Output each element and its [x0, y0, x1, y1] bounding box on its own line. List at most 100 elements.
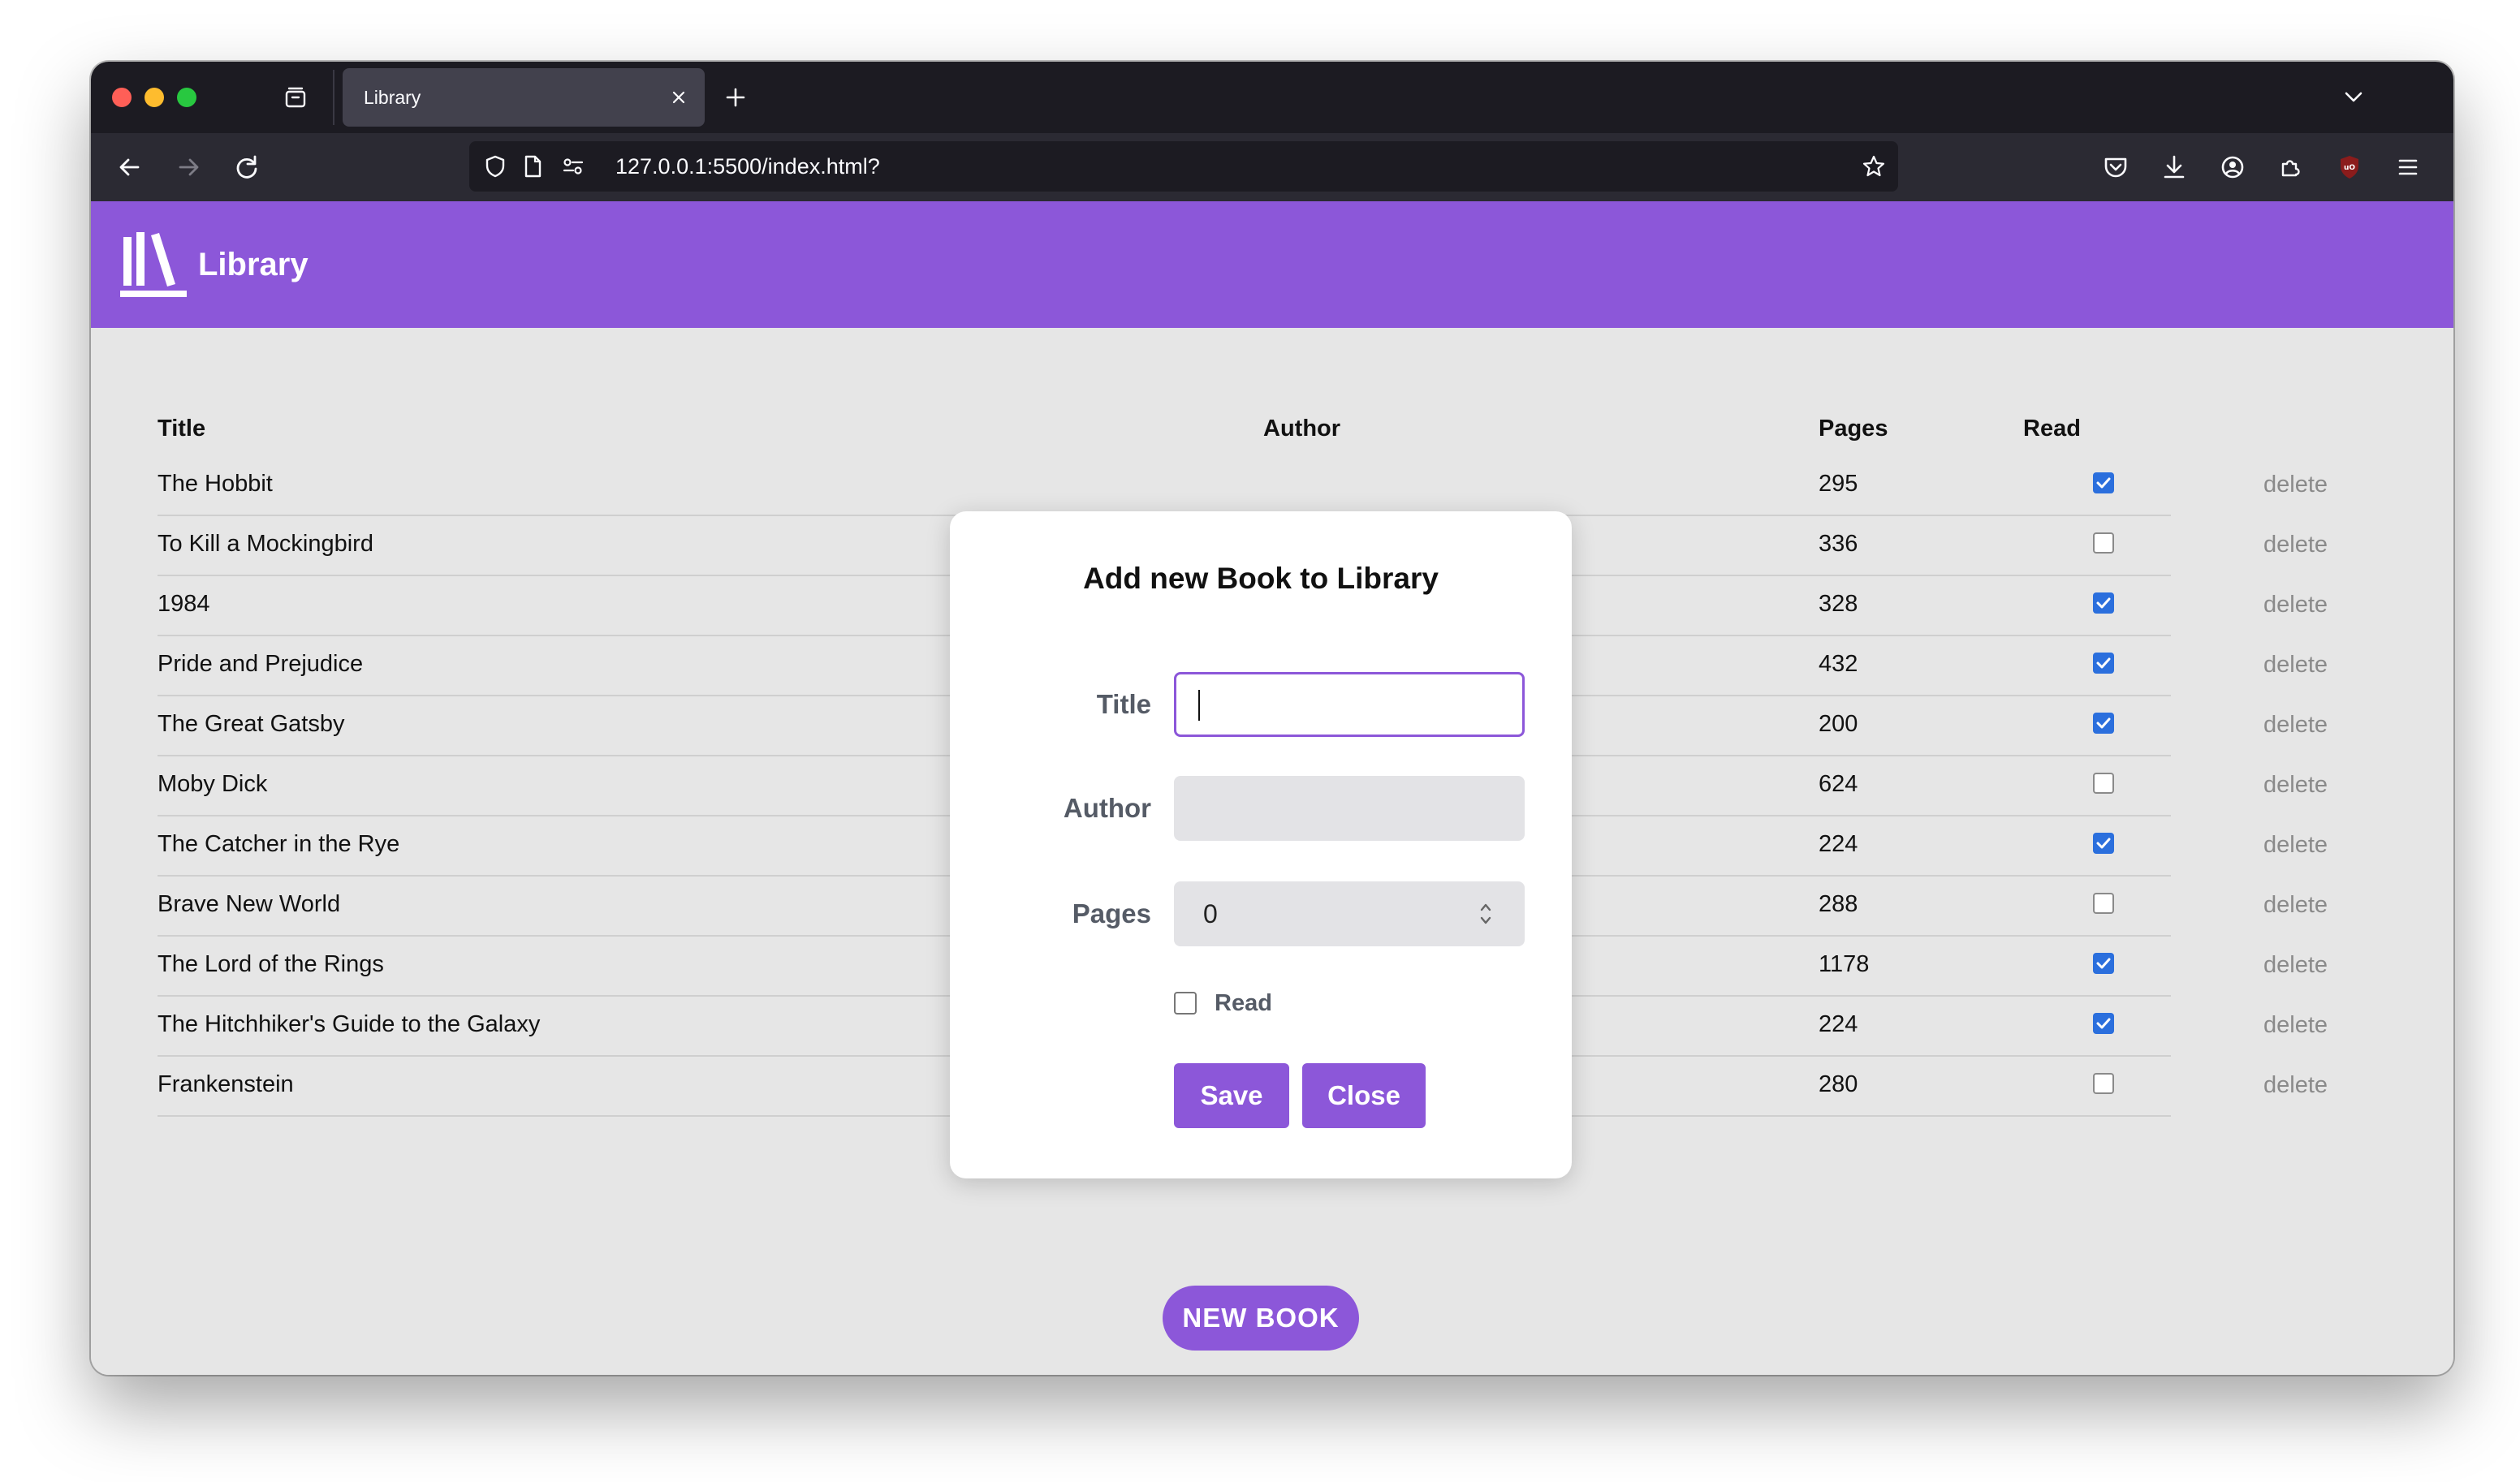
book-title: 1984	[158, 591, 210, 617]
reload-icon[interactable]	[229, 149, 265, 185]
checkmark-icon	[2096, 597, 2111, 609]
delete-link[interactable]: delete	[2263, 755, 2328, 815]
page-content: Library Title Author Pages Read The Hobb…	[91, 201, 2453, 1375]
delete-link[interactable]: delete	[2263, 575, 2328, 635]
column-header-pages: Pages	[1819, 416, 1888, 442]
read-checkbox[interactable]	[2093, 1073, 2114, 1094]
pages-value: 0	[1203, 899, 1218, 928]
account-icon[interactable]	[2215, 149, 2250, 185]
read-checkbox[interactable]	[2093, 592, 2114, 614]
book-title: Brave New World	[158, 891, 341, 917]
read-checkbox[interactable]	[2093, 653, 2114, 674]
tab-library[interactable]: Library	[343, 68, 705, 127]
url-text[interactable]: 127.0.0.1:5500/index.html?	[615, 141, 880, 192]
app-header: Library	[91, 201, 2453, 328]
book-pages: 336	[1819, 531, 1858, 557]
extensions-icon[interactable]	[2273, 149, 2309, 185]
read-checkbox[interactable]	[1174, 992, 1197, 1015]
title-field-label: Title	[1096, 689, 1151, 719]
delete-link[interactable]: delete	[2263, 875, 2328, 935]
browser-window: Library 127.0.0.1:5500/index.html? uO Li…	[91, 62, 2453, 1375]
read-checkbox[interactable]	[2093, 472, 2114, 493]
checkmark-icon	[2096, 657, 2111, 669]
author-field-label: Author	[1063, 793, 1151, 823]
pages-field-label: Pages	[1072, 898, 1151, 928]
checkmark-icon	[2096, 1018, 2111, 1029]
column-header-author: Author	[1263, 416, 1341, 442]
new-tab-icon[interactable]	[721, 83, 750, 112]
column-header-title: Title	[158, 416, 206, 442]
save-button[interactable]: Save	[1174, 1063, 1289, 1128]
book-pages: 295	[1819, 471, 1858, 497]
back-icon[interactable]	[112, 149, 148, 185]
read-checkbox[interactable]	[2093, 953, 2114, 974]
book-title: To Kill a Mockingbird	[158, 531, 373, 557]
close-window-button[interactable]	[112, 88, 132, 107]
tab-divider	[333, 70, 334, 125]
book-title: Frankenstein	[158, 1071, 294, 1097]
checkmark-icon	[2096, 477, 2111, 489]
book-pages: 200	[1819, 711, 1858, 737]
close-tab-icon[interactable]	[667, 86, 690, 109]
tab-title: Library	[364, 87, 421, 108]
book-title: The Lord of the Rings	[158, 951, 384, 977]
text-caret	[1198, 690, 1200, 721]
svg-text:uO: uO	[2344, 164, 2355, 172]
delete-link[interactable]: delete	[2263, 995, 2328, 1055]
delete-link[interactable]: delete	[2263, 695, 2328, 755]
new-book-button[interactable]: NEW BOOK	[1163, 1286, 1359, 1351]
download-icon[interactable]	[2156, 149, 2192, 185]
book-pages: 280	[1819, 1071, 1858, 1097]
navigation-toolbar: 127.0.0.1:5500/index.html? uO	[91, 133, 2453, 201]
book-pages: 224	[1819, 1011, 1858, 1037]
pocket-icon[interactable]	[2098, 149, 2134, 185]
read-checkbox[interactable]	[2093, 713, 2114, 734]
book-pages: 328	[1819, 591, 1858, 617]
ublock-icon[interactable]: uO	[2332, 149, 2367, 185]
dialog-title: Add new Book to Library	[1083, 562, 1439, 595]
app-title: Library	[198, 247, 309, 282]
book-title: The Hitchhiker's Guide to the Galaxy	[158, 1011, 541, 1037]
table-row: The Hobbit 295 delete	[158, 455, 2328, 516]
delete-link[interactable]: delete	[2263, 815, 2328, 875]
address-bar[interactable]: 127.0.0.1:5500/index.html?	[469, 141, 1898, 192]
add-book-dialog: Add new Book to Library Title Author Pag…	[950, 511, 1572, 1178]
checkmark-icon	[2096, 838, 2111, 849]
read-checkbox[interactable]	[2093, 532, 2114, 554]
book-pages: 1178	[1819, 951, 1870, 977]
book-pages: 224	[1819, 831, 1858, 857]
library-logo-icon	[120, 232, 187, 297]
title-input[interactable]	[1174, 672, 1525, 737]
book-pages: 288	[1819, 891, 1858, 917]
pages-input[interactable]: 0	[1174, 881, 1525, 946]
menu-icon[interactable]	[2390, 149, 2426, 185]
maximize-window-button[interactable]	[177, 88, 196, 107]
delete-link[interactable]: delete	[2263, 935, 2328, 995]
read-checkbox[interactable]	[2093, 893, 2114, 914]
read-checkbox[interactable]	[2093, 833, 2114, 854]
chevron-down-icon[interactable]	[2341, 84, 2366, 109]
minimize-window-button[interactable]	[145, 88, 164, 107]
delete-link[interactable]: delete	[2263, 455, 2328, 515]
author-input[interactable]	[1174, 776, 1525, 841]
close-button[interactable]: Close	[1302, 1063, 1426, 1128]
book-title: Pride and Prejudice	[158, 651, 364, 677]
tab-manager-icon[interactable]	[283, 84, 309, 110]
spinner-arrows-icon[interactable]	[1478, 899, 1494, 928]
book-pages: 624	[1819, 771, 1858, 797]
tab-strip: Library	[91, 62, 2453, 133]
delete-link[interactable]: delete	[2263, 515, 2328, 575]
book-title: Moby Dick	[158, 771, 268, 797]
shield-icon[interactable]	[482, 153, 508, 179]
bookmark-star-icon[interactable]	[1861, 153, 1887, 179]
delete-link[interactable]: delete	[2263, 635, 2328, 695]
checkmark-icon	[2096, 958, 2111, 969]
forward-icon[interactable]	[170, 149, 206, 185]
book-title: The Hobbit	[158, 471, 273, 497]
read-checkbox[interactable]	[2093, 1013, 2114, 1034]
read-checkbox[interactable]	[2093, 773, 2114, 794]
delete-link[interactable]: delete	[2263, 1055, 2328, 1115]
book-pages: 432	[1819, 651, 1858, 677]
page-icon	[524, 155, 542, 178]
permissions-icon[interactable]	[560, 153, 586, 179]
